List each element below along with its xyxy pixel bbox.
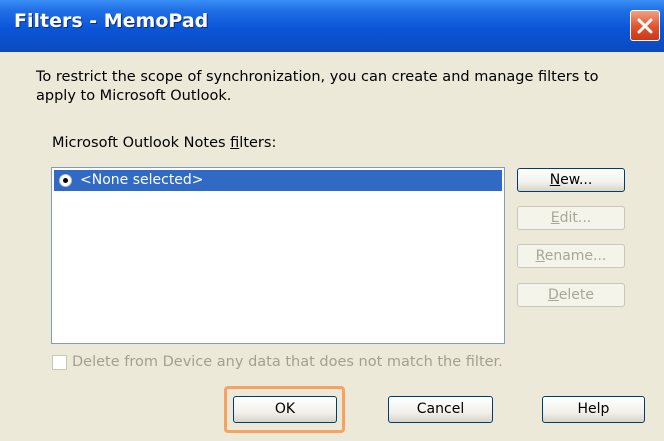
- list-item-label: <None selected>: [80, 172, 204, 188]
- accelerator: D: [548, 287, 559, 303]
- delete-unmatched-label: Delete from Device any data that does no…: [72, 354, 503, 370]
- cancel-button[interactable]: Cancel: [388, 396, 493, 423]
- delete-button[interactable]: Delete: [517, 283, 625, 307]
- ok-button[interactable]: OK: [233, 396, 337, 423]
- delete-unmatched-checkbox[interactable]: [52, 355, 67, 370]
- edit-button[interactable]: Edit...: [517, 206, 625, 230]
- filters-list-label: Microsoft Outlook Notes filters:: [52, 135, 276, 151]
- filters-listbox[interactable]: <None selected>: [51, 167, 505, 344]
- new-button[interactable]: New...: [517, 168, 625, 192]
- button-label: ename...: [544, 248, 607, 264]
- help-button[interactable]: Help: [542, 396, 645, 423]
- label-part: Microsoft Outlook Notes: [52, 135, 231, 151]
- list-item[interactable]: <None selected>: [54, 170, 502, 191]
- label-accelerator: f: [230, 135, 240, 151]
- button-label: elete: [558, 287, 594, 303]
- close-button[interactable]: [630, 10, 660, 41]
- accelerator: R: [535, 248, 545, 264]
- title-bar[interactable]: Filters - MemoPad: [0, 0, 664, 52]
- intro-text: To restrict the scope of synchronization…: [36, 69, 599, 104]
- label-part: ilters:: [239, 135, 277, 151]
- radio-selected-icon: [59, 174, 72, 187]
- accelerator: N: [549, 172, 561, 188]
- button-label: ew...: [560, 172, 593, 188]
- accelerator: E: [550, 210, 560, 226]
- button-label: dit...: [559, 210, 592, 226]
- filters-dialog: Filters - MemoPad To restrict the scope …: [0, 0, 664, 441]
- close-icon: [637, 18, 653, 34]
- rename-button[interactable]: Rename...: [517, 244, 625, 268]
- window-title: Filters - MemoPad: [14, 10, 209, 32]
